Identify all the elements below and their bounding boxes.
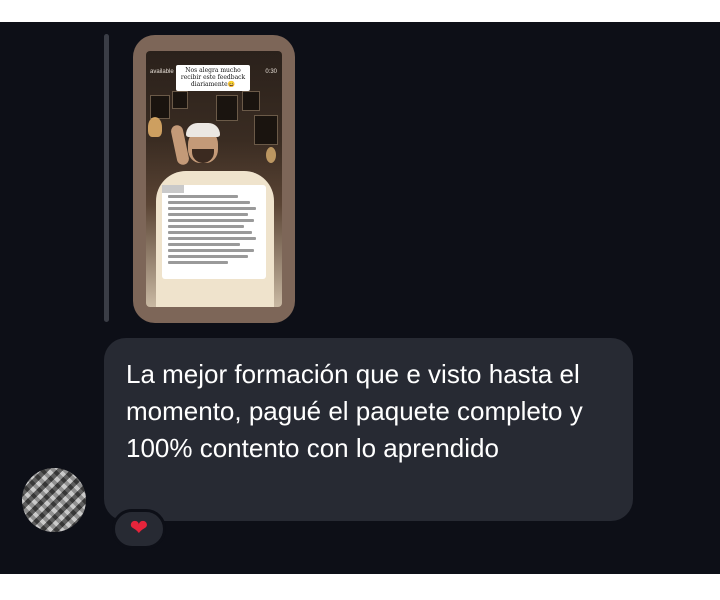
lamp: [148, 117, 162, 137]
heart-icon: ❤: [129, 516, 149, 541]
top-margin: [0, 0, 720, 22]
story-caption: Nos alegra mucho recibir este feedback d…: [176, 65, 250, 91]
message-text: La mejor formación que e visto hasta el …: [126, 359, 583, 463]
quoted-text-line: [168, 195, 238, 198]
quoted-text-line: [168, 249, 254, 252]
bottom-margin: [0, 574, 720, 600]
story-timestamp: 0:30: [265, 69, 277, 75]
quoted-text-line: [168, 261, 228, 264]
reply-indicator-bar: [104, 34, 109, 322]
wall-frame: [242, 91, 260, 111]
quoted-text-line: [168, 213, 248, 216]
chat-thread[interactable]: available 0:30 Nos alegra mucho recibir …: [0, 22, 720, 574]
quoted-text-line: [168, 207, 256, 210]
quoted-text-line: [168, 243, 240, 246]
quoted-message-card: [162, 185, 266, 279]
quoted-text-line: [168, 255, 248, 258]
message-bubble[interactable]: La mejor formación que e visto hasta el …: [104, 338, 633, 521]
wall-frame: [172, 91, 188, 109]
quoted-text-line: [168, 237, 256, 240]
quoted-message-header: [162, 185, 184, 193]
quoted-text-line: [168, 225, 244, 228]
quoted-text-line: [168, 231, 252, 234]
quoted-text-line: [168, 219, 254, 222]
story-reply-preview[interactable]: available 0:30 Nos alegra mucho recibir …: [133, 35, 295, 323]
wall-frame: [216, 95, 238, 121]
person-cap: [186, 123, 220, 137]
lamp: [266, 147, 276, 163]
quoted-text-line: [168, 201, 250, 204]
wall-frame: [150, 95, 170, 119]
wall-frame: [254, 115, 278, 145]
reaction-badge[interactable]: ❤: [112, 509, 166, 549]
avatar[interactable]: [22, 468, 86, 532]
story-username: available: [150, 69, 174, 75]
story-thumbnail[interactable]: available 0:30 Nos alegra mucho recibir …: [146, 51, 282, 307]
